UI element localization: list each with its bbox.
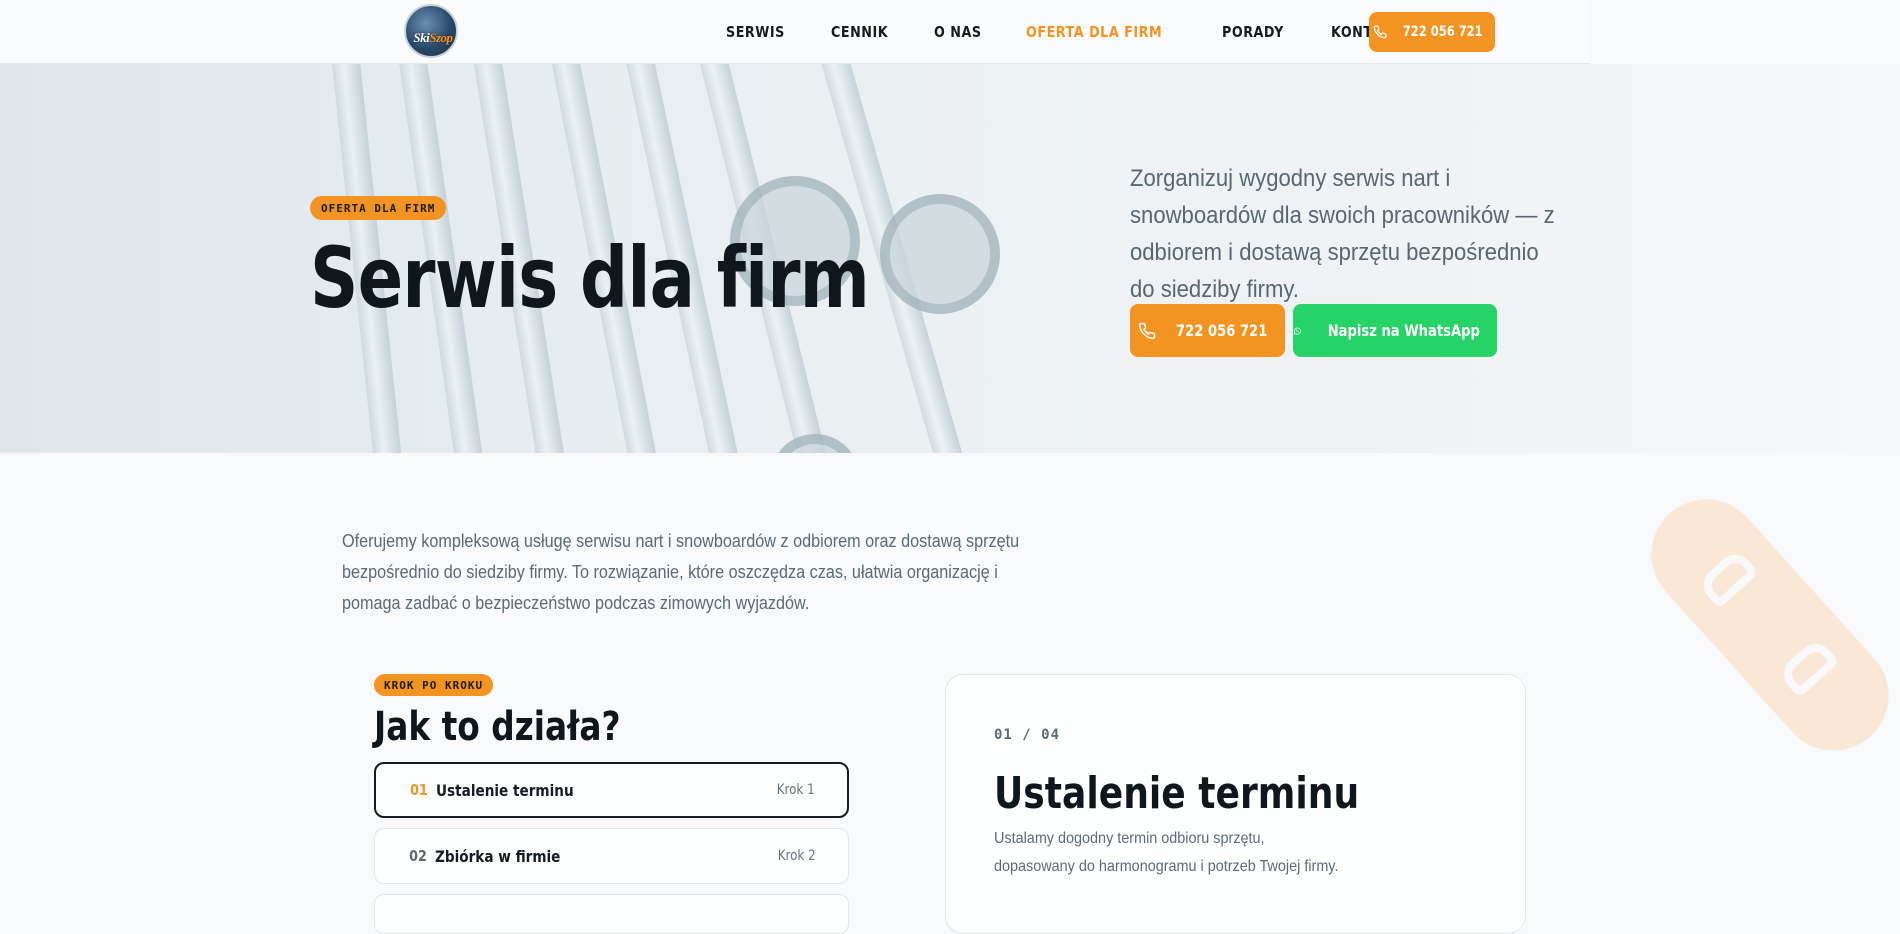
menu-item-o-nas[interactable]: O NAS	[934, 23, 982, 41]
step-detail-card: 01 / 04 Ustalenie terminu Ustalamy dogod…	[945, 674, 1526, 934]
step-name: Zbiórka w firmie	[435, 846, 561, 866]
whatsapp-label: Napisz na WhatsApp	[1328, 321, 1481, 340]
phone-icon	[1138, 322, 1156, 339]
menu-item-porady[interactable]: PORADY	[1222, 23, 1284, 41]
step-number: 02	[409, 847, 427, 865]
logo-text-szop: Szop	[429, 30, 453, 45]
nav-phone-label: 722 056 721	[1402, 24, 1483, 40]
step-detail-description: Ustalamy dogodny termin odbioru sprzętu,…	[994, 830, 1339, 875]
intro-paragraph: Oferujemy kompleksową usługę serwisu nar…	[342, 531, 1020, 613]
main-menu: SERWIS CENNIK O NAS OFERTA DLA FIRM PORA…	[726, 0, 1450, 64]
step-detail-title: Ustalenie terminu	[994, 768, 1360, 819]
menu-item-oferta-dla-firm[interactable]: OFERTA DLA FIRM	[1026, 23, 1162, 41]
step-item-3[interactable]	[374, 894, 849, 934]
whatsapp-button[interactable]: Napisz na WhatsApp	[1293, 304, 1497, 357]
steps-title: Jak to działa?	[374, 704, 621, 750]
top-navigation: SkiSzop SERWIS CENNIK O NAS OFERTA DLA F…	[0, 0, 1590, 64]
hero-phone-button[interactable]: 722 056 721	[1130, 304, 1285, 357]
nav-phone-button[interactable]: 722 056 721	[1369, 12, 1495, 52]
hero-title: Serwis dla firm	[310, 229, 870, 327]
menu-item-cennik[interactable]: CENNIK	[831, 23, 888, 41]
step-item-1[interactable]: 01 Ustalenie terminu Krok 1	[374, 762, 849, 818]
hero-badge: OFERTA DLA FIRM	[310, 196, 447, 220]
logo-wordmark: SkiSzop	[408, 30, 456, 46]
step-label: Krok 2	[778, 848, 816, 864]
hero-section	[0, 64, 1900, 453]
logo-text-ski: Ski	[413, 30, 430, 45]
step-number: 01	[410, 781, 428, 799]
step-name: Ustalenie terminu	[436, 780, 574, 800]
step-label: Krok 1	[777, 782, 815, 798]
hero-subtitle: Zorganizuj wygodny serwis nart i snowboa…	[1130, 165, 1555, 303]
skiszop-logo[interactable]: SkiSzop	[404, 4, 458, 58]
whatsapp-icon	[1293, 327, 1301, 335]
hero-phone-label: 722 056 721	[1175, 321, 1268, 340]
menu-item-serwis[interactable]: SERWIS	[726, 23, 785, 41]
steps-badge: KROK PO KROKU	[374, 674, 494, 696]
phone-icon	[1373, 25, 1387, 39]
snowboard-decoration	[1628, 476, 1900, 774]
step-item-2[interactable]: 02 Zbiórka w firmie Krok 2	[374, 828, 849, 884]
step-counter: 01 / 04	[994, 727, 1061, 743]
